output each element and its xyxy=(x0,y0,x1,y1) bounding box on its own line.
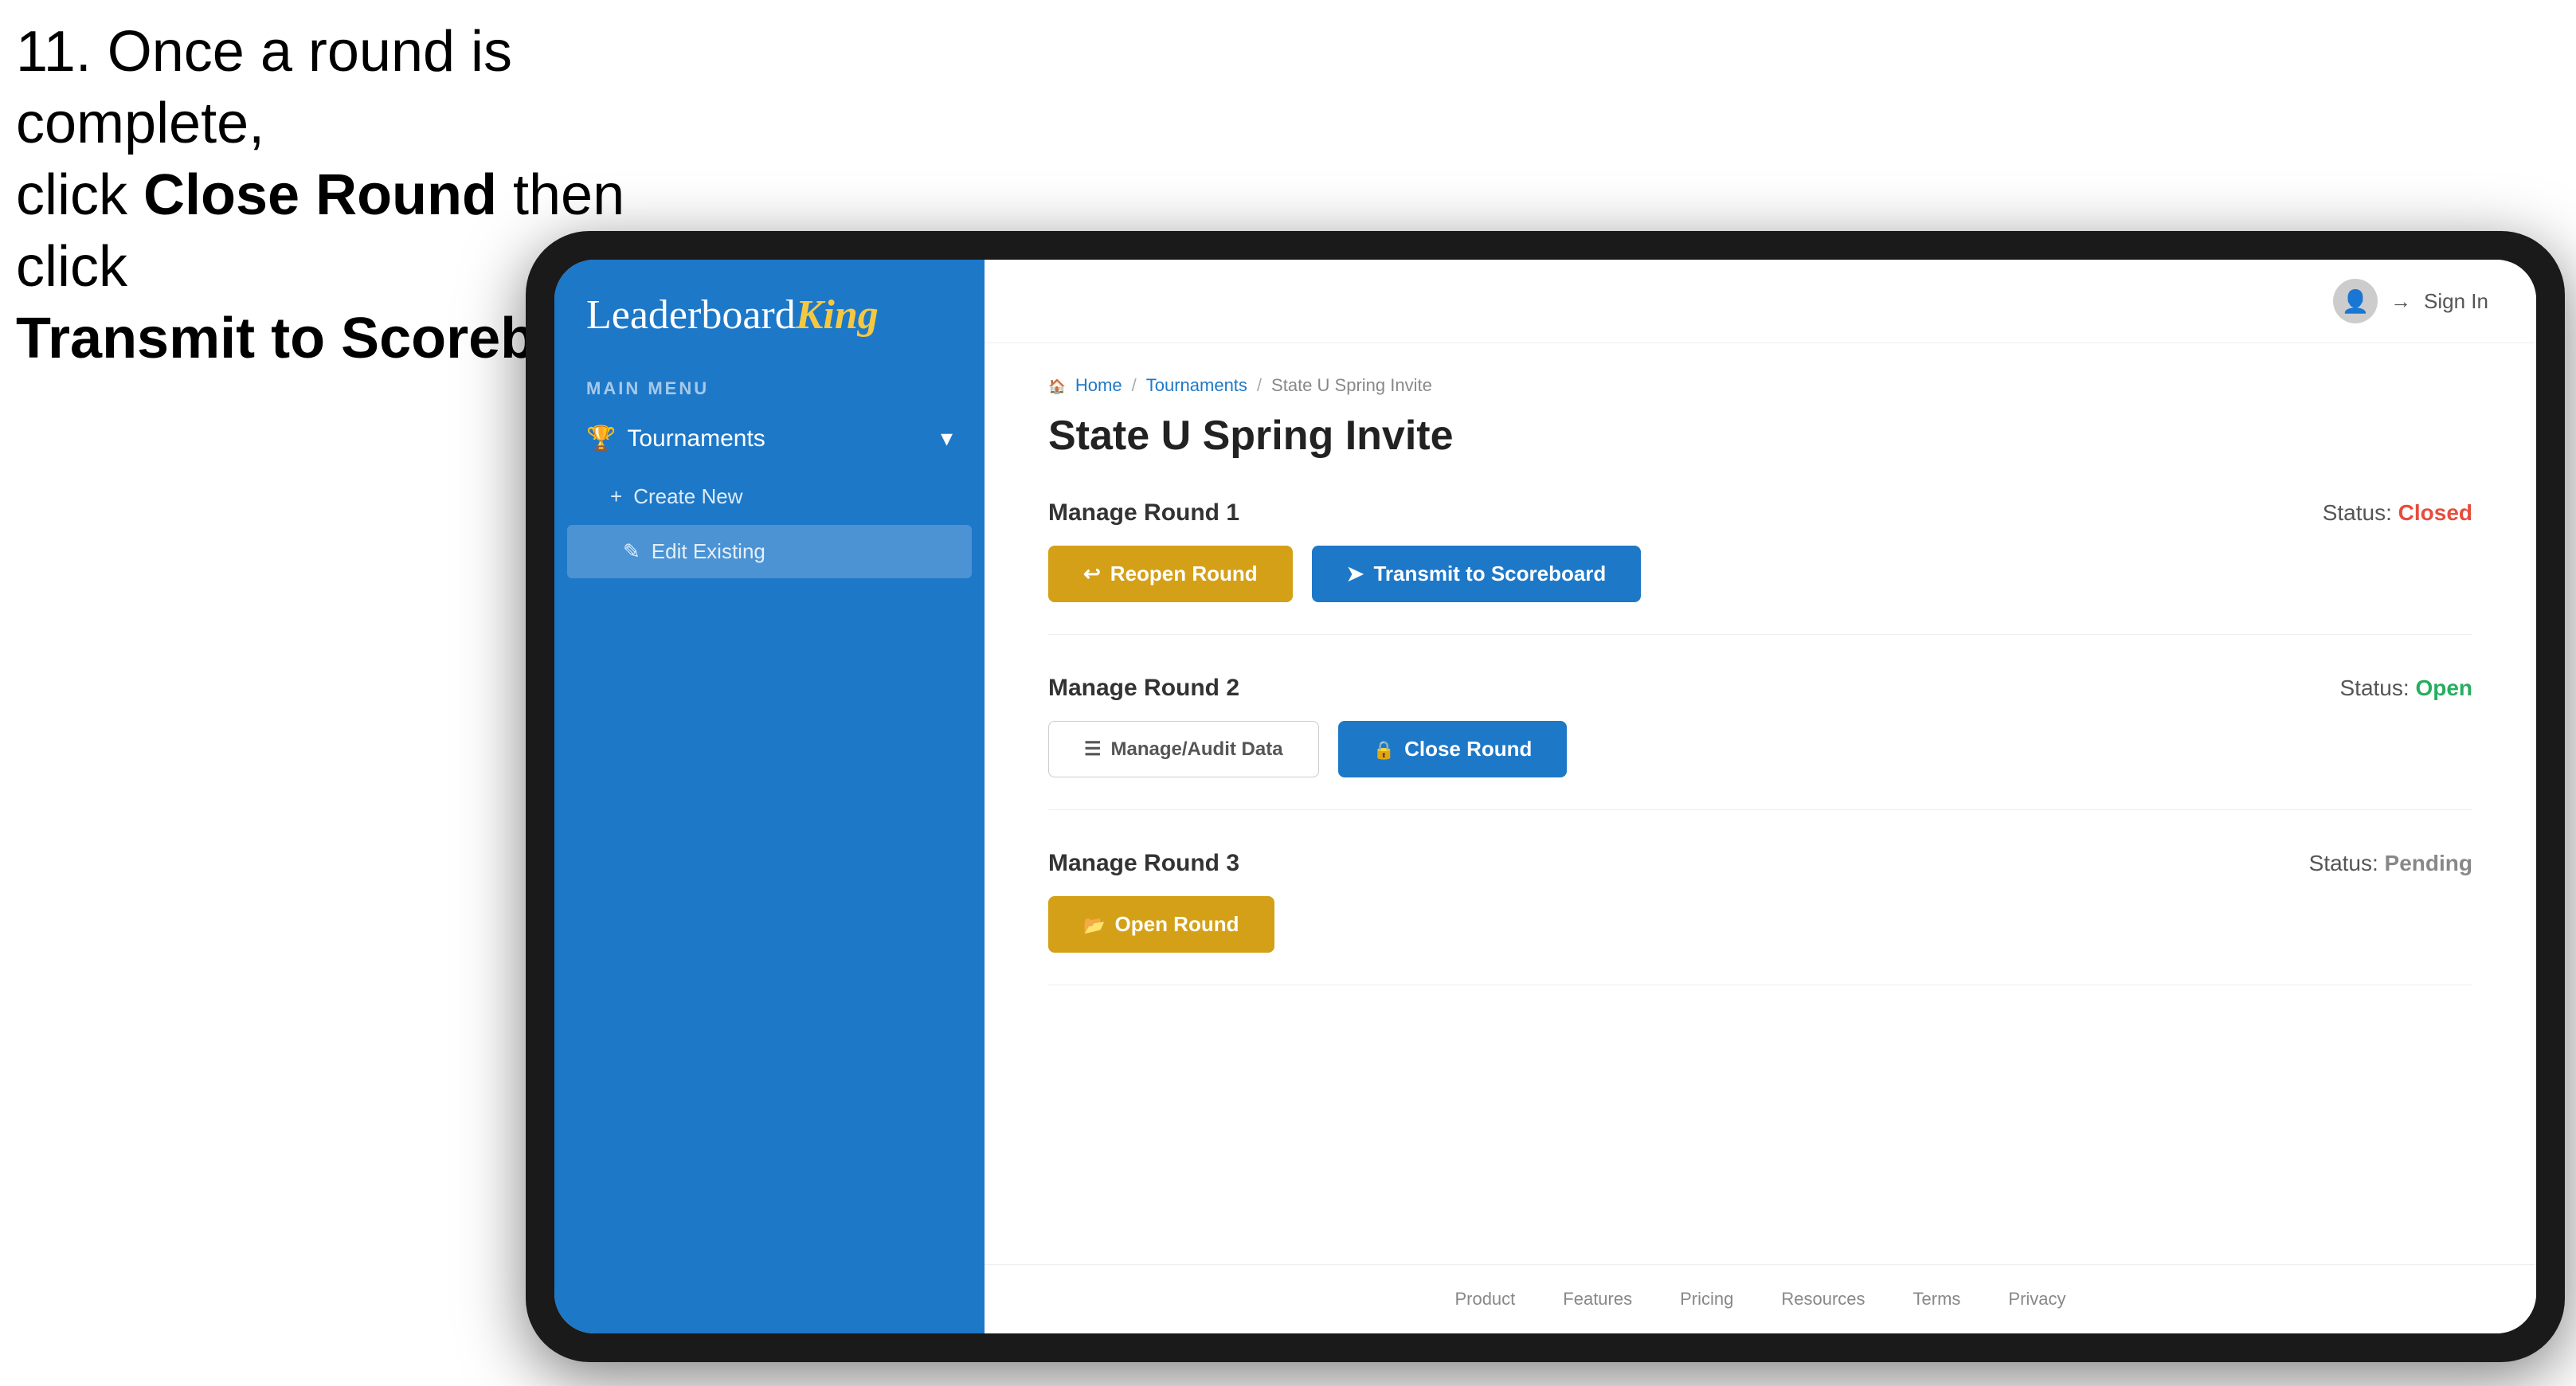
round-2-header: Manage Round 2 Status: Open xyxy=(1048,675,2472,702)
round-1-status: Status: Closed xyxy=(2323,500,2472,526)
content-area: Home / Tournaments / State U Spring Invi… xyxy=(985,343,2536,1264)
breadcrumb-tournaments[interactable]: Tournaments xyxy=(1146,375,1247,396)
round-1-section: Manage Round 1 Status: Closed Reopen Rou… xyxy=(1048,499,2472,635)
round-2-section: Manage Round 2 Status: Open Manage/Audit… xyxy=(1048,675,2472,810)
chevron-down-icon xyxy=(941,425,953,452)
open-round-button[interactable]: Open Round xyxy=(1048,896,1274,953)
tablet-screen: LeaderboardKing MAIN MENU 🏆 Tournaments … xyxy=(554,260,2536,1333)
footer: Product Features Pricing Resources Terms… xyxy=(985,1264,2536,1333)
sidebar-section-label: MAIN MENU xyxy=(554,362,985,407)
trophy-icon: 🏆 xyxy=(586,425,616,452)
round-1-actions: Reopen Round Transmit to Scoreboard xyxy=(1048,546,2472,602)
edit-existing-label: Edit Existing xyxy=(652,539,765,564)
sign-in-label: Sign In xyxy=(2424,289,2488,314)
round-1-label: Manage Round 1 xyxy=(1048,499,1239,527)
round-1-status-value: Closed xyxy=(2398,500,2472,525)
sign-in-area[interactable]: 👤 Sign In xyxy=(2333,279,2488,323)
round-3-status: Status: Pending xyxy=(2309,851,2472,876)
footer-features[interactable]: Features xyxy=(1563,1289,1632,1310)
sidebar-create-new[interactable]: Create New xyxy=(554,470,985,523)
transmit-scoreboard-button[interactable]: Transmit to Scoreboard xyxy=(1312,546,1642,602)
round-2-status-value: Open xyxy=(2415,675,2472,700)
manage-audit-button[interactable]: Manage/Audit Data xyxy=(1048,721,1319,777)
breadcrumb-sep-2: / xyxy=(1257,375,1262,396)
edit-icon xyxy=(623,539,640,564)
reopen-icon xyxy=(1083,562,1101,586)
plus-icon xyxy=(610,484,622,509)
home-icon xyxy=(1048,375,1066,396)
footer-terms[interactable]: Terms xyxy=(1913,1289,1961,1310)
main-content: 👤 Sign In Home / Tournaments / xyxy=(985,260,2536,1333)
round-2-label: Manage Round 2 xyxy=(1048,675,1239,702)
sidebar-item-tournaments[interactable]: 🏆 Tournaments xyxy=(554,407,985,470)
breadcrumb-sep-1: / xyxy=(1132,375,1137,396)
page-title: State U Spring Invite xyxy=(1048,412,2472,460)
top-bar: 👤 Sign In xyxy=(985,260,2536,343)
app-layout: LeaderboardKing MAIN MENU 🏆 Tournaments … xyxy=(554,260,2536,1333)
footer-pricing[interactable]: Pricing xyxy=(1680,1289,1733,1310)
round-3-section: Manage Round 3 Status: Pending Open Roun… xyxy=(1048,850,2472,985)
round-3-header: Manage Round 3 Status: Pending xyxy=(1048,850,2472,877)
breadcrumb-home[interactable]: Home xyxy=(1075,375,1122,396)
avatar: 👤 xyxy=(2333,279,2378,323)
close-icon xyxy=(1373,737,1396,762)
close-round-button[interactable]: Close Round xyxy=(1338,721,1568,777)
audit-icon xyxy=(1084,738,1102,761)
user-icon: 👤 xyxy=(2342,288,2370,315)
open-icon xyxy=(1083,912,1106,937)
logo-king: King xyxy=(796,292,879,338)
sidebar-logo: LeaderboardKing xyxy=(554,260,985,362)
footer-product[interactable]: Product xyxy=(1454,1289,1515,1310)
round-1-header: Manage Round 1 Status: Closed xyxy=(1048,499,2472,527)
sidebar-edit-existing[interactable]: Edit Existing xyxy=(567,525,972,578)
transmit-icon xyxy=(1347,562,1364,586)
round-2-status: Status: Open xyxy=(2340,675,2473,701)
breadcrumb-current: State U Spring Invite xyxy=(1271,375,1432,396)
footer-resources[interactable]: Resources xyxy=(1781,1289,1865,1310)
breadcrumb: Home / Tournaments / State U Spring Invi… xyxy=(1048,375,2472,396)
round-3-actions: Open Round xyxy=(1048,896,2472,953)
signin-icon xyxy=(2390,289,2411,314)
round-3-label: Manage Round 3 xyxy=(1048,850,1239,877)
create-new-label: Create New xyxy=(633,484,742,509)
tablet-device: LeaderboardKing MAIN MENU 🏆 Tournaments … xyxy=(526,231,2565,1362)
reopen-round-button[interactable]: Reopen Round xyxy=(1048,546,1293,602)
footer-privacy[interactable]: Privacy xyxy=(2008,1289,2065,1310)
round-2-actions: Manage/Audit Data Close Round xyxy=(1048,721,2472,777)
sidebar: LeaderboardKing MAIN MENU 🏆 Tournaments … xyxy=(554,260,985,1333)
sidebar-tournaments-label: Tournaments xyxy=(627,425,765,452)
round-3-status-value: Pending xyxy=(2385,851,2472,875)
logo-leaderboard: Leaderboard xyxy=(586,292,796,338)
